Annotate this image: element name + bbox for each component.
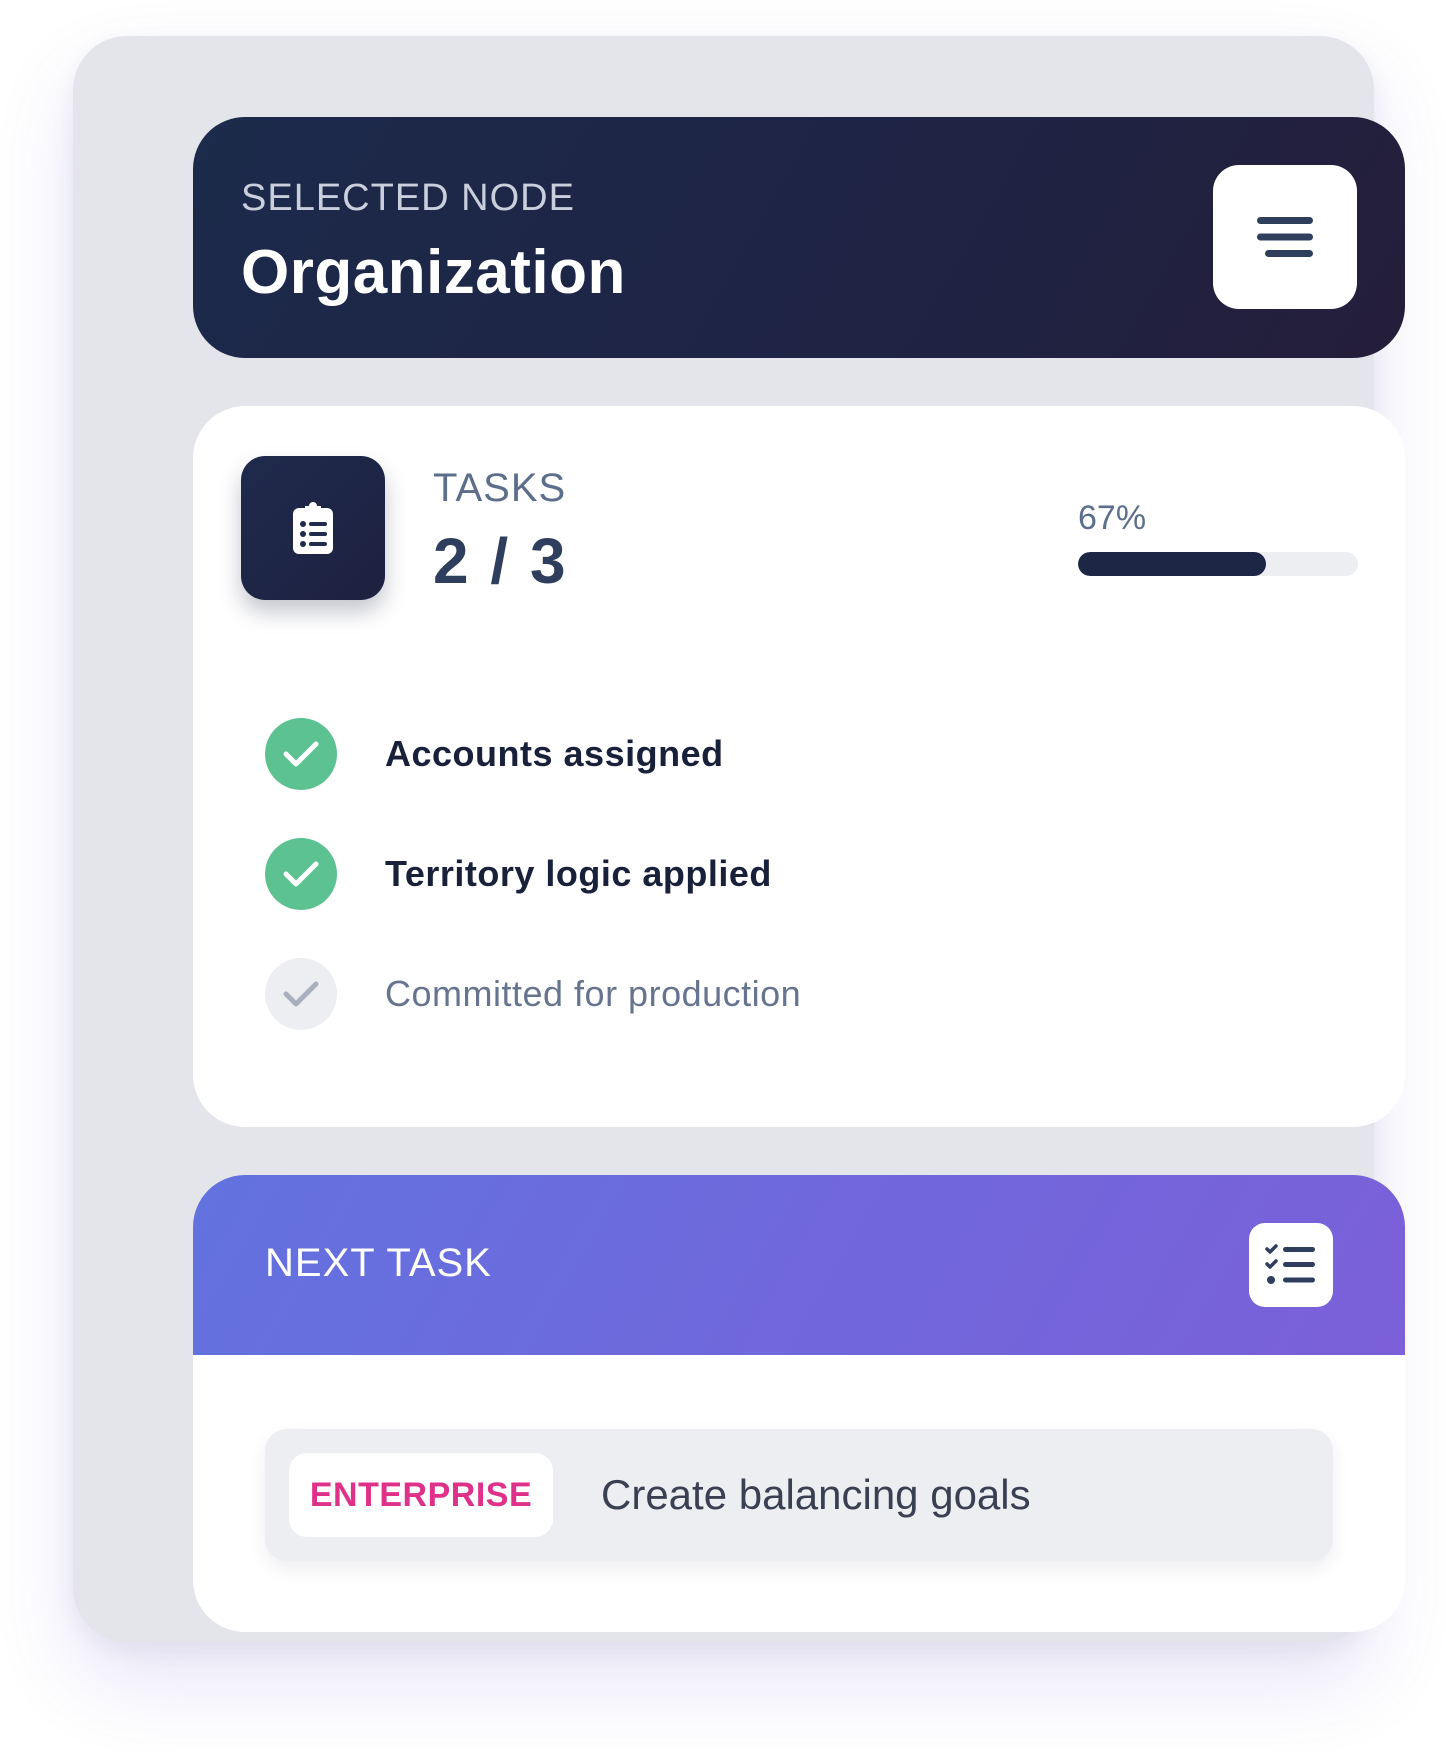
tasks-count: 2 / 3 <box>433 525 568 597</box>
next-task-label: Create balancing goals <box>601 1471 1031 1518</box>
tier-badge: ENTERPRISE <box>289 1453 553 1537</box>
task-check-pending[interactable] <box>265 958 337 1030</box>
task-list-button[interactable] <box>1249 1223 1333 1307</box>
task-item[interactable]: Committed for production <box>265 958 801 1030</box>
task-item[interactable]: Accounts assigned <box>265 718 801 790</box>
checklist-icon <box>1265 1244 1315 1284</box>
progress-percent: 67% <box>1078 499 1147 537</box>
next-task-title: NEXT TASK <box>265 1241 492 1285</box>
checkmark-icon <box>283 861 319 887</box>
checkmark-icon <box>283 981 319 1007</box>
checkmark-icon <box>283 741 319 767</box>
hamburger-menu-icon <box>1257 217 1313 257</box>
header-eyebrow: SELECTED NODE <box>241 177 575 219</box>
menu-button[interactable] <box>1213 165 1357 309</box>
tasks-card: TASKS 2 / 3 67% Accounts assigned Territ… <box>193 406 1405 1127</box>
progress-fill <box>1078 552 1266 576</box>
node-title: Organization <box>241 238 626 307</box>
next-task-row[interactable]: ENTERPRISE Create balancing goals <box>265 1429 1333 1561</box>
task-list: Accounts assigned Territory logic applie… <box>265 718 801 1078</box>
tasks-progress: 67% <box>1078 499 1358 576</box>
task-label: Accounts assigned <box>385 733 724 774</box>
task-check-done[interactable] <box>265 718 337 790</box>
task-check-done[interactable] <box>265 838 337 910</box>
node-details-panel: SELECTED NODE Organization TASKS 2 / 3 6… <box>73 36 1405 1642</box>
progress-track <box>1078 552 1358 576</box>
selected-node-header: SELECTED NODE Organization <box>193 117 1405 358</box>
tasks-icon-box <box>241 456 385 600</box>
next-task-card: NEXT TASK ENTERPRISE Create balancing go… <box>193 1175 1405 1632</box>
clipboard-list-icon <box>293 502 333 554</box>
tasks-label: TASKS <box>433 466 567 510</box>
task-item[interactable]: Territory logic applied <box>265 838 801 910</box>
task-label: Committed for production <box>385 973 802 1014</box>
next-task-header: NEXT TASK <box>193 1175 1405 1355</box>
task-label: Territory logic applied <box>385 853 772 894</box>
